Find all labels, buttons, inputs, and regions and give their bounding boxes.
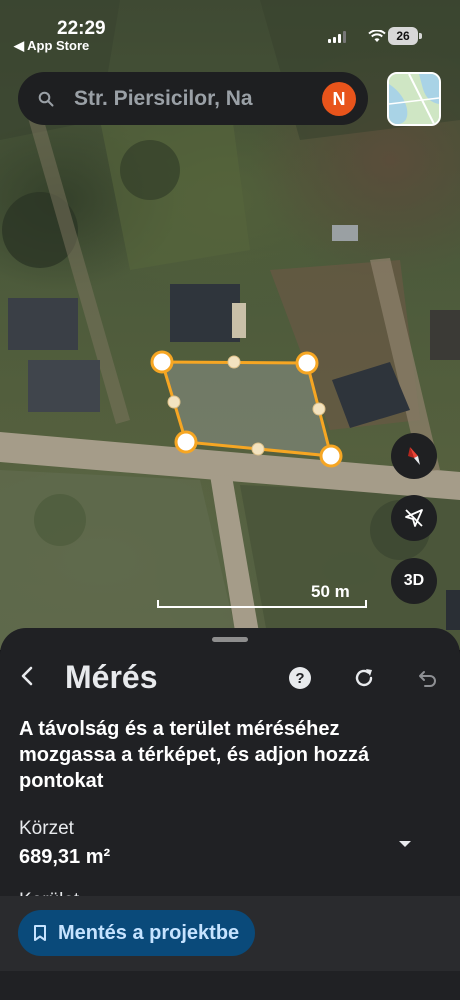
recenter-button[interactable] [391, 495, 437, 541]
chevron-left-icon [21, 666, 33, 686]
status-icons [328, 30, 386, 43]
status-time: 22:29 [57, 18, 106, 39]
midpoint-handle [251, 442, 265, 456]
scale-label: 50 m [311, 582, 350, 601]
scale-bar [157, 600, 367, 608]
area-unit-dropdown[interactable] [397, 836, 413, 852]
help-icon: ? [289, 667, 311, 689]
midpoint-handle [227, 355, 241, 369]
undo-icon [419, 671, 436, 687]
back-button[interactable] [14, 662, 42, 690]
undo-button[interactable] [415, 666, 441, 692]
back-to-app-link[interactable]: ◀ App Store [14, 38, 89, 54]
area-value: 689,31 m² [19, 846, 111, 868]
avatar[interactable]: N [322, 82, 356, 116]
sheet-grabber[interactable] [212, 637, 248, 642]
search-bar[interactable]: Str. Piersicilor, Na N [18, 72, 368, 125]
3d-button[interactable]: 3D [391, 558, 437, 604]
wifi-icon [368, 30, 386, 42]
reset-button[interactable] [352, 666, 378, 692]
battery-nub [419, 33, 422, 39]
compass-icon [408, 447, 420, 465]
save-to-project-button[interactable]: Mentés a projektbe [18, 910, 256, 956]
midpoint-handle [312, 402, 326, 416]
refresh-icon [355, 669, 373, 687]
compass-button[interactable] [391, 433, 437, 479]
area-label: Körzet [19, 818, 74, 839]
save-button-label: Mentés a projektbe [58, 921, 240, 944]
map-layers-button[interactable] [387, 72, 441, 126]
location-off-icon [405, 509, 423, 527]
map-layers-icon [389, 74, 439, 124]
battery-indicator: 26 [388, 27, 418, 45]
caret-down-icon [399, 841, 411, 847]
vertex-handle [174, 430, 198, 454]
signal-icon [328, 30, 346, 43]
sheet-title: Mérés [65, 659, 158, 695]
search-query[interactable]: Str. Piersicilor, Na [74, 87, 309, 111]
action-bar: Mentés a projektbe [0, 896, 460, 971]
vertex-handle [319, 444, 343, 468]
instruction-text: A távolság és a terület méréséhez mozgas… [19, 718, 370, 792]
help-button[interactable]: ? [288, 666, 314, 692]
svg-text:?: ? [295, 670, 304, 687]
measure-sheet: Mérés ? A távolság és a terület méréséhe… [0, 628, 460, 1000]
midpoint-handle [167, 395, 181, 409]
vertex-handle [295, 351, 319, 375]
bookmark-icon [34, 925, 46, 941]
search-icon [18, 72, 74, 125]
vertex-handle [150, 350, 174, 374]
home-indicator-area [0, 971, 460, 1000]
